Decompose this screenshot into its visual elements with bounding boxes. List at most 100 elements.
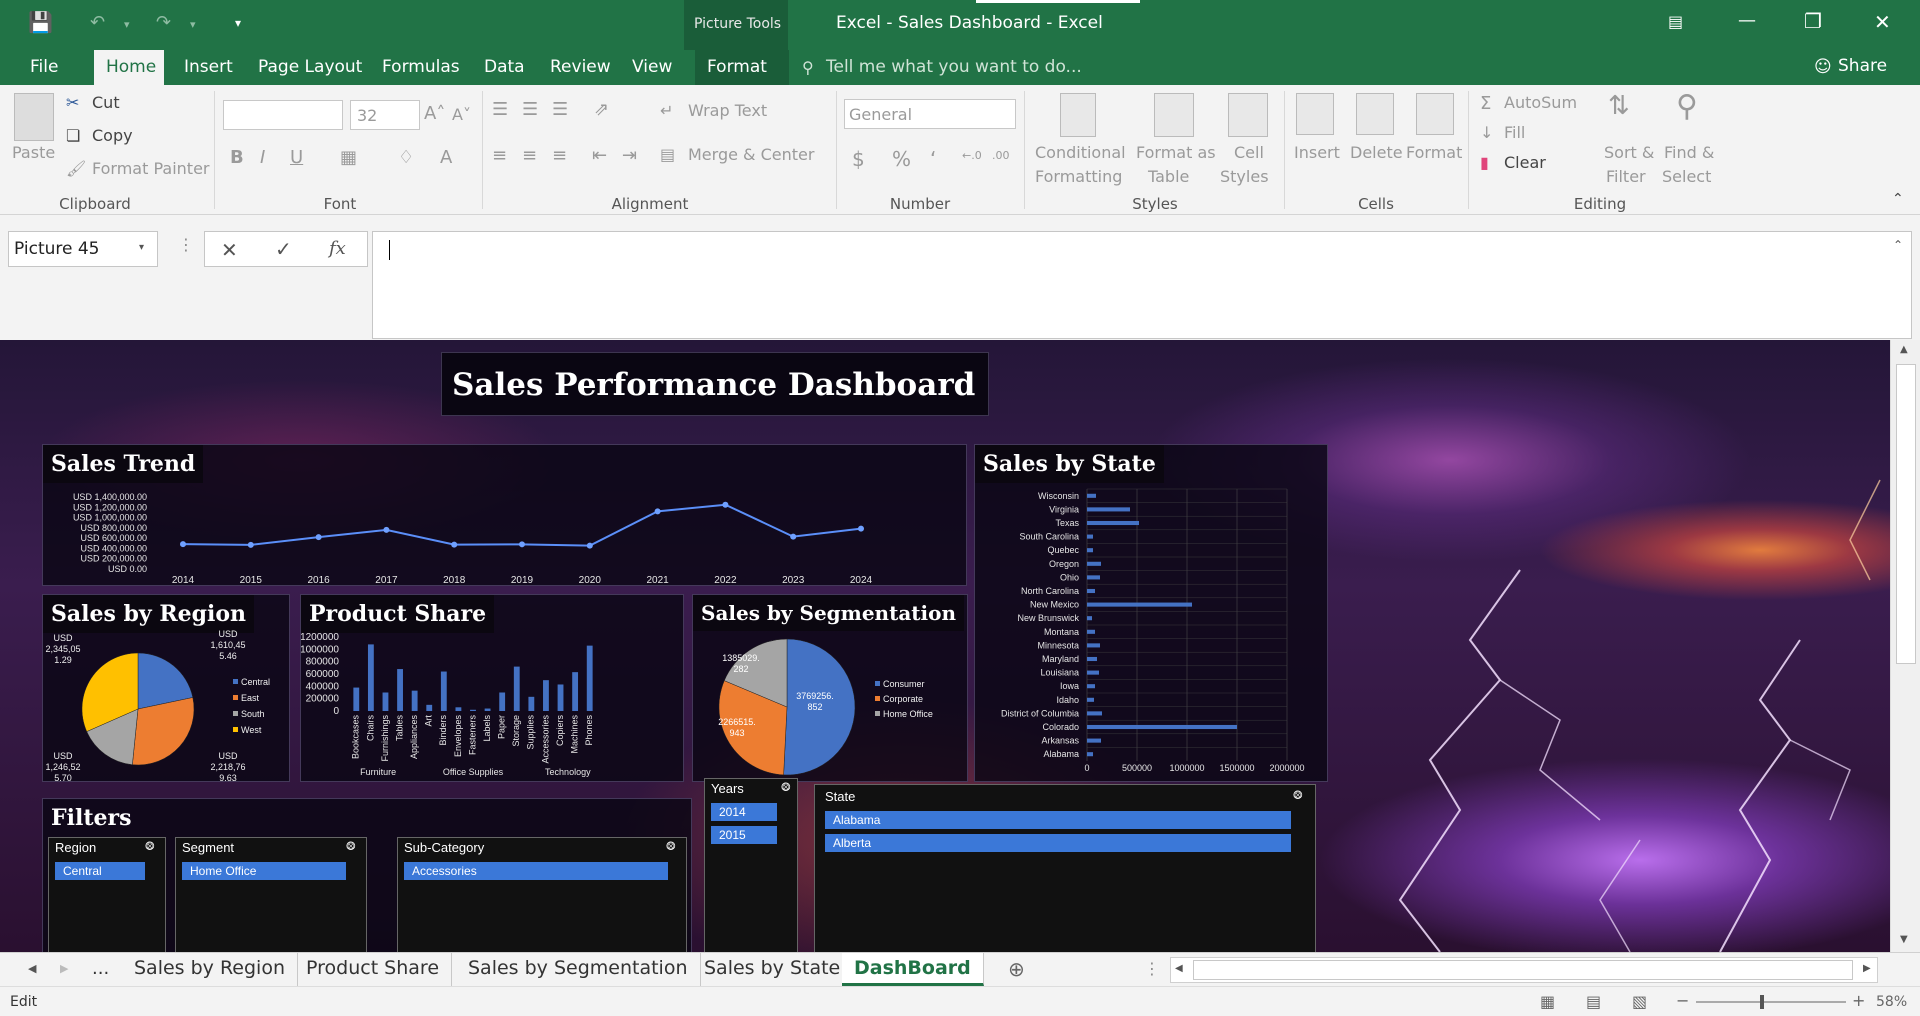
- align-center-icon[interactable]: ≡: [522, 145, 537, 166]
- tab-insert[interactable]: Insert: [172, 50, 245, 85]
- conditional-formatting-label2[interactable]: Formatting: [1035, 167, 1122, 186]
- share-button[interactable]: Share: [1838, 56, 1887, 76]
- paste-button[interactable]: Paste: [12, 143, 55, 162]
- redo-dropdown-icon[interactable]: ▾: [190, 18, 196, 31]
- slicer-item[interactable]: Home Office: [182, 862, 346, 880]
- horizontal-scrollbar[interactable]: ◀ ▶: [1170, 957, 1878, 983]
- state-slicer[interactable]: State ⨷ Alabama Alberta: [814, 784, 1316, 952]
- normal-view-icon[interactable]: ▦: [1540, 992, 1555, 1011]
- scroll-left-icon[interactable]: ◀: [1175, 963, 1183, 974]
- delete-cells-button[interactable]: Delete: [1350, 143, 1403, 162]
- bold-icon[interactable]: B: [230, 147, 244, 168]
- delete-cells-icon[interactable]: [1356, 93, 1394, 135]
- paste-icon[interactable]: [14, 93, 54, 141]
- sheet-tab-sales-by-region[interactable]: Sales by Region: [122, 953, 298, 986]
- tab-format[interactable]: Format: [695, 50, 789, 85]
- increase-decimal-icon[interactable]: ←.0: [962, 149, 982, 162]
- font-color-icon[interactable]: A: [440, 147, 452, 168]
- align-middle-icon[interactable]: ☰: [522, 99, 538, 120]
- font-name-combo[interactable]: [223, 100, 343, 130]
- insert-cells-icon[interactable]: [1296, 93, 1334, 135]
- percent-icon[interactable]: %: [892, 147, 911, 171]
- cut-button[interactable]: Cut: [92, 93, 120, 112]
- underline-icon[interactable]: U: [290, 147, 303, 168]
- merge-center-button[interactable]: Merge & Center: [688, 145, 814, 164]
- sheet-tab-product-share[interactable]: Product Share: [294, 953, 453, 986]
- format-as-table-label1[interactable]: Format as: [1136, 143, 1216, 162]
- customize-toolbar-icon[interactable]: ▾: [235, 16, 241, 30]
- collapse-ribbon-icon[interactable]: ⌃: [1892, 191, 1904, 207]
- slicer-item[interactable]: Alabama: [825, 811, 1291, 829]
- clear-button[interactable]: Clear: [1504, 153, 1546, 172]
- align-right-icon[interactable]: ≡: [552, 145, 567, 166]
- orientation-icon[interactable]: ⇗: [594, 99, 609, 120]
- conditional-formatting-icon[interactable]: [1060, 93, 1096, 137]
- grow-font-icon[interactable]: A˄: [424, 103, 445, 124]
- number-format-combo[interactable]: General: [844, 99, 1016, 129]
- borders-icon[interactable]: ▦: [340, 147, 357, 168]
- next-sheet-icon[interactable]: ▶: [60, 962, 68, 975]
- enter-icon[interactable]: ✓: [275, 237, 292, 261]
- name-box[interactable]: Picture 45 ▾: [8, 231, 158, 267]
- undo-icon[interactable]: ↶: [90, 12, 105, 33]
- sort-filter-icon[interactable]: ⇅: [1608, 91, 1630, 121]
- format-cells-icon[interactable]: [1416, 93, 1454, 135]
- tab-page-layout[interactable]: Page Layout: [246, 50, 374, 85]
- zoom-slider[interactable]: [1696, 1001, 1846, 1003]
- autosum-button[interactable]: AutoSum: [1504, 93, 1577, 112]
- clear-filter-icon[interactable]: ⨷: [145, 839, 155, 854]
- align-top-icon[interactable]: ☰: [492, 99, 508, 120]
- restore-button[interactable]: ❐: [1804, 9, 1822, 33]
- clear-filter-icon[interactable]: ⨷: [1293, 788, 1303, 803]
- subcategory-slicer[interactable]: Sub-Category ⨷ Accessories: [397, 837, 687, 952]
- align-left-icon[interactable]: ≡: [492, 145, 507, 166]
- clear-filter-icon[interactable]: ⨷: [666, 839, 676, 854]
- slicer-item[interactable]: Alberta: [825, 834, 1291, 852]
- format-painter-button[interactable]: Format Painter: [92, 159, 209, 178]
- minimize-button[interactable]: —: [1738, 10, 1756, 31]
- sheet-tab-dashboard[interactable]: DashBoard: [842, 953, 984, 986]
- fill-button[interactable]: Fill: [1504, 123, 1525, 142]
- slicer-item[interactable]: 2014: [711, 803, 777, 821]
- new-sheet-icon[interactable]: ⊕: [1008, 957, 1025, 981]
- slicer-item[interactable]: Accessories: [404, 862, 668, 880]
- sheet-tab-sales-by-segmentation[interactable]: Sales by Segmentation: [456, 953, 701, 986]
- tab-review[interactable]: Review: [538, 50, 623, 85]
- collapse-formula-bar-icon[interactable]: ⌃: [1893, 238, 1903, 252]
- italic-icon[interactable]: I: [260, 147, 265, 168]
- find-select-label1[interactable]: Find &: [1664, 143, 1714, 162]
- scroll-up-icon[interactable]: ▲: [1900, 344, 1908, 355]
- copy-button[interactable]: Copy: [92, 126, 133, 145]
- ribbon-display-options-icon[interactable]: ▤: [1668, 12, 1683, 31]
- more-sheets-button[interactable]: ...: [92, 958, 109, 979]
- cell-styles-label1[interactable]: Cell: [1234, 143, 1264, 162]
- comma-icon[interactable]: ‘: [930, 147, 936, 171]
- format-as-table-label2[interactable]: Table: [1148, 167, 1189, 186]
- undo-dropdown-icon[interactable]: ▾: [124, 18, 130, 31]
- decrease-indent-icon[interactable]: ⇤: [592, 145, 607, 166]
- region-slicer[interactable]: Region ⨷ Central: [48, 837, 166, 952]
- clear-filter-icon[interactable]: ⨷: [781, 780, 791, 795]
- zoom-level[interactable]: 58%: [1876, 994, 1907, 1010]
- vertical-scrollbar[interactable]: ▲ ▼: [1890, 340, 1920, 952]
- formula-input[interactable]: ⌃: [372, 231, 1912, 339]
- cell-styles-label2[interactable]: Styles: [1220, 167, 1269, 186]
- tab-formulas[interactable]: Formulas: [370, 50, 472, 85]
- redo-icon[interactable]: ↷: [156, 12, 171, 33]
- align-bottom-icon[interactable]: ☰: [552, 99, 568, 120]
- increase-indent-icon[interactable]: ⇥: [622, 145, 637, 166]
- zoom-in-icon[interactable]: +: [1852, 991, 1865, 1010]
- close-button[interactable]: ✕: [1874, 10, 1891, 34]
- years-slicer[interactable]: Years ⨷ 2014 2015: [704, 778, 798, 952]
- zoom-out-icon[interactable]: −: [1676, 991, 1689, 1010]
- decrease-decimal-icon[interactable]: .00: [992, 149, 1010, 162]
- cell-styles-icon[interactable]: [1228, 93, 1268, 137]
- find-select-icon[interactable]: ⚲: [1676, 89, 1698, 124]
- tell-me-input[interactable]: Tell me what you want to do...: [826, 57, 1082, 77]
- slicer-item[interactable]: Central: [55, 862, 145, 880]
- page-layout-view-icon[interactable]: ▤: [1586, 992, 1601, 1011]
- insert-cells-button[interactable]: Insert: [1294, 143, 1340, 162]
- insert-function-icon[interactable]: fx: [329, 238, 346, 259]
- tab-home[interactable]: Home: [94, 50, 164, 85]
- prev-sheet-icon[interactable]: ◀: [28, 962, 36, 975]
